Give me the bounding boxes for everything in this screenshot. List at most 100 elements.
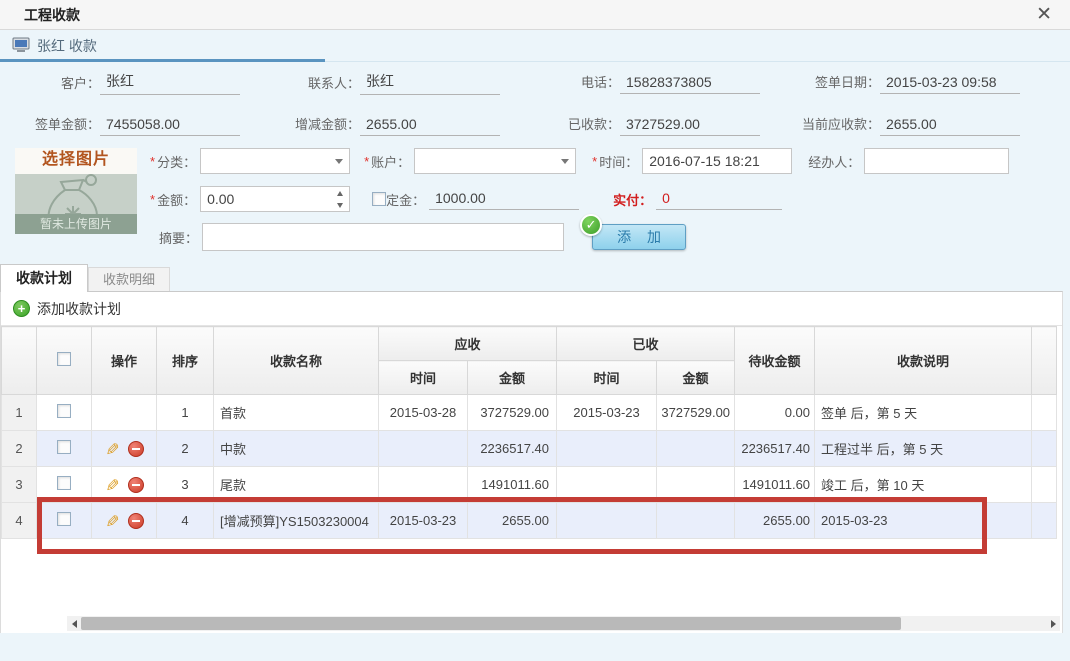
close-icon[interactable]: ✕	[1030, 3, 1058, 26]
table-row[interactable]: 4 ✎ 4 [增减预算]YS1503230004 2015-03-23 2655…	[2, 503, 1057, 539]
info-label: 电话：	[524, 72, 620, 94]
time-label: 时间：	[599, 152, 638, 171]
row-received-time	[557, 503, 657, 539]
add-button-wrap: ✓ 添 加	[592, 224, 686, 250]
header-note: 收款说明	[815, 327, 1032, 395]
delete-minus-icon[interactable]	[128, 477, 144, 493]
row-pending-amount: 2236517.40	[735, 431, 815, 467]
category-select[interactable]	[200, 148, 350, 174]
select-all-checkbox[interactable]	[57, 352, 71, 366]
table-row[interactable]: 3 ✎ 3 尾款 1491011.60 1491011.60 竣工 后，第 10…	[2, 467, 1057, 503]
edit-pencil-icon[interactable]: ✎	[101, 477, 121, 491]
delete-minus-icon[interactable]	[128, 513, 144, 529]
table-row[interactable]: 2 ✎ 2 中款 2236517.40 2236517.40 工程过半 后，第 …	[2, 431, 1057, 467]
record-tab-label[interactable]: 张红 收款	[37, 36, 97, 56]
edit-pencil-icon[interactable]: ✎	[101, 441, 121, 455]
delete-minus-icon[interactable]	[128, 441, 144, 457]
header-received-amount: 金额	[657, 361, 735, 395]
plus-circle-icon[interactable]: +	[13, 300, 30, 317]
row-sort: 4	[157, 503, 214, 539]
horizontal-scrollbar[interactable]	[67, 616, 1060, 631]
add-payment-button[interactable]: 添 加	[592, 224, 686, 250]
row-checkbox[interactable]	[57, 404, 71, 418]
info-field: 电话： 15828373805	[524, 72, 784, 94]
info-label: 当前应收款：	[784, 114, 880, 136]
form-row-2: * 金额： 定金： 1000.00 实付： 0	[150, 184, 1070, 214]
info-value: 张红	[100, 71, 240, 95]
table-row[interactable]: 1 1 首款 2015-03-28 3727529.00 2015-03-23 …	[2, 395, 1057, 431]
tab-payment-detail[interactable]: 收款明细	[88, 267, 170, 292]
required-mark: *	[364, 154, 369, 169]
info-field: 增减金额： 2655.00	[264, 114, 524, 136]
row-due-amount: 2236517.40	[468, 431, 557, 467]
row-ops-cell: ✎	[92, 467, 157, 503]
choose-image-button[interactable]: 选择图片	[15, 148, 137, 174]
actual-paid-label: 实付：	[613, 190, 652, 209]
row-tail-cell	[1032, 503, 1057, 539]
row-checkbox[interactable]	[57, 440, 71, 454]
row-tail-cell	[1032, 431, 1057, 467]
row-number: 1	[2, 395, 37, 431]
operator-input[interactable]	[864, 148, 1009, 174]
summary-input[interactable]	[202, 223, 564, 251]
row-note: 竣工 后，第 10 天	[815, 467, 1032, 503]
header-tail	[1032, 327, 1057, 395]
row-note: 工程过半 后，第 5 天	[815, 431, 1032, 467]
info-label: 签单日期：	[784, 72, 880, 94]
tab-underline-active	[0, 59, 325, 62]
required-mark: *	[592, 154, 597, 169]
info-value: 7455058.00	[100, 116, 240, 136]
image-placeholder: 暂未上传图片	[15, 174, 137, 234]
deposit-label: 定金：	[386, 190, 425, 209]
deposit-checkbox[interactable]	[372, 192, 386, 206]
stepper-up-icon[interactable]	[331, 187, 349, 199]
scroll-right-icon[interactable]	[1046, 616, 1060, 631]
info-value: 2655.00	[360, 116, 500, 136]
image-picker[interactable]: 选择图片 暂未上传图片	[15, 148, 137, 234]
row-name: 首款	[214, 395, 379, 431]
record-tab-bar: 张红 收款	[0, 30, 1070, 62]
row-checkbox[interactable]	[57, 476, 71, 490]
row-sort: 2	[157, 431, 214, 467]
add-plan-link[interactable]: 添加收款计划	[37, 299, 121, 319]
tab-payment-plan[interactable]: 收款计划	[0, 264, 88, 292]
info-label: 签单金额：	[4, 114, 100, 136]
row-select-cell	[37, 503, 92, 539]
row-checkbox[interactable]	[57, 512, 71, 526]
edit-pencil-icon[interactable]: ✎	[101, 513, 121, 527]
info-value: 15828373805	[620, 74, 760, 94]
deposit-value: 1000.00	[429, 188, 579, 210]
row-note: 签单 后，第 5 天	[815, 395, 1032, 431]
account-select[interactable]	[414, 148, 576, 174]
info-label: 增减金额：	[264, 114, 360, 136]
row-received-amount: 3727529.00	[657, 395, 735, 431]
row-received-time: 2015-03-23	[557, 395, 657, 431]
info-field: 当前应收款： 2655.00	[784, 114, 1066, 136]
row-due-time	[379, 467, 468, 503]
payment-entry-form: 选择图片 暂未上传图片 * 分类：	[0, 146, 1070, 262]
row-ops-cell: ✎	[92, 503, 157, 539]
header-select	[37, 327, 92, 395]
scrollbar-thumb[interactable]	[81, 617, 901, 630]
header-received-time: 时间	[557, 361, 657, 395]
scroll-left-icon[interactable]	[67, 616, 81, 631]
time-input[interactable]	[642, 148, 792, 174]
category-label: 分类：	[157, 152, 196, 171]
chevron-down-icon	[335, 159, 343, 164]
amount-stepper[interactable]	[200, 186, 350, 212]
header-operation: 操作	[92, 327, 157, 395]
operator-label: 经办人：	[808, 152, 860, 171]
amount-input[interactable]	[201, 187, 321, 211]
header-rownum	[2, 327, 37, 395]
row-ops-cell: ✎	[92, 431, 157, 467]
plan-table-body: 1 1 首款 2015-03-28 3727529.00 2015-03-23 …	[2, 395, 1057, 539]
row-select-cell	[37, 431, 92, 467]
payment-plan-table: 操作 排序 收款名称 应收 已收 待收金额 收款说明 时间 金额 时间 金额	[1, 326, 1057, 539]
row-received-amount	[657, 467, 735, 503]
plan-table-header: 操作 排序 收款名称 应收 已收 待收金额 收款说明 时间 金额 时间 金额	[2, 327, 1057, 395]
row-due-time: 2015-03-28	[379, 395, 468, 431]
row-pending-amount: 2655.00	[735, 503, 815, 539]
info-field: 已收款： 3727529.00	[524, 114, 784, 136]
stepper-down-icon[interactable]	[331, 199, 349, 211]
title-bar: 工程收款 ✕	[0, 0, 1070, 30]
